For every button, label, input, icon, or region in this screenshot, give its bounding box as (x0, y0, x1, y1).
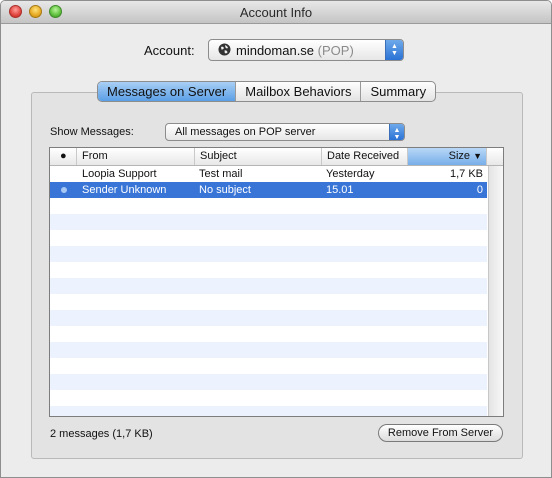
account-info-window: Account Info Account: mindoman.se (POP) … (0, 0, 552, 478)
messages-table: ● From Subject Date Received Size ▼ Loop… (49, 147, 504, 417)
cell-date: 15.01 (326, 184, 354, 196)
cell-size: 0 (476, 184, 483, 196)
show-messages-popup[interactable]: All messages on POP server ▲ ▼ (165, 123, 405, 141)
status-dot-icon (61, 187, 67, 193)
empty-row (50, 342, 487, 358)
empty-row (50, 326, 487, 342)
cell-date: Yesterday (326, 168, 375, 180)
account-type: (POP) (317, 43, 354, 58)
column-from[interactable]: From (77, 148, 195, 165)
empty-row (50, 214, 487, 230)
message-count: 2 messages (1,7 KB) (50, 428, 153, 440)
table-row[interactable]: Sender Unknown No subject 15.01 0 (50, 182, 487, 198)
show-messages-label: Show Messages: (50, 126, 134, 138)
empty-row (50, 198, 487, 214)
popup-arrows-icon: ▲ ▼ (385, 40, 403, 60)
empty-row (50, 406, 487, 416)
title-bar[interactable]: Account Info (1, 1, 551, 24)
tab-messages-on-server[interactable]: Messages on Server (98, 82, 237, 101)
column-status[interactable]: ● (50, 148, 77, 165)
column-size[interactable]: Size ▼ (408, 148, 487, 165)
status-dot-icon (61, 171, 67, 177)
empty-row (50, 262, 487, 278)
empty-row (50, 246, 487, 262)
cell-subject: Test mail (199, 168, 243, 180)
table-rows: Loopia Support Test mail Yesterday 1,7 K… (50, 166, 487, 416)
empty-row (50, 310, 487, 326)
popup-arrows-icon: ▲ ▼ (389, 124, 404, 141)
sort-descending-icon: ▼ (473, 151, 482, 161)
empty-row (50, 294, 487, 310)
empty-row (50, 374, 487, 390)
cell-subject: No subject (199, 184, 251, 196)
empty-row (50, 230, 487, 246)
show-messages-value: All messages on POP server (175, 126, 316, 138)
cell-from: Sender Unknown (82, 184, 167, 196)
tab-mailbox-behaviors[interactable]: Mailbox Behaviors (236, 82, 362, 101)
account-name: mindoman.se (236, 43, 315, 58)
table-row[interactable]: Loopia Support Test mail Yesterday 1,7 K… (50, 166, 487, 182)
account-label: Account: (144, 43, 195, 58)
tab-summary[interactable]: Summary (361, 82, 435, 101)
remove-from-server-button[interactable]: Remove From Server (378, 424, 503, 442)
empty-row (50, 358, 487, 374)
column-date-received[interactable]: Date Received (322, 148, 408, 165)
window-title: Account Info (239, 5, 313, 20)
account-popup[interactable]: mindoman.se (POP) ▲ ▼ (208, 39, 404, 61)
cell-size: 1,7 KB (449, 168, 483, 180)
tab-bar: Messages on Server Mailbox Behaviors Sum… (97, 81, 437, 102)
empty-row (50, 278, 487, 294)
empty-row (50, 390, 487, 406)
table-header: ● From Subject Date Received Size ▼ (50, 148, 503, 166)
vertical-scrollbar[interactable] (488, 166, 503, 416)
globe-icon (218, 43, 231, 56)
column-subject[interactable]: Subject (195, 148, 322, 165)
column-size-label: Size (448, 150, 471, 162)
cell-from: Loopia Support (82, 168, 157, 180)
